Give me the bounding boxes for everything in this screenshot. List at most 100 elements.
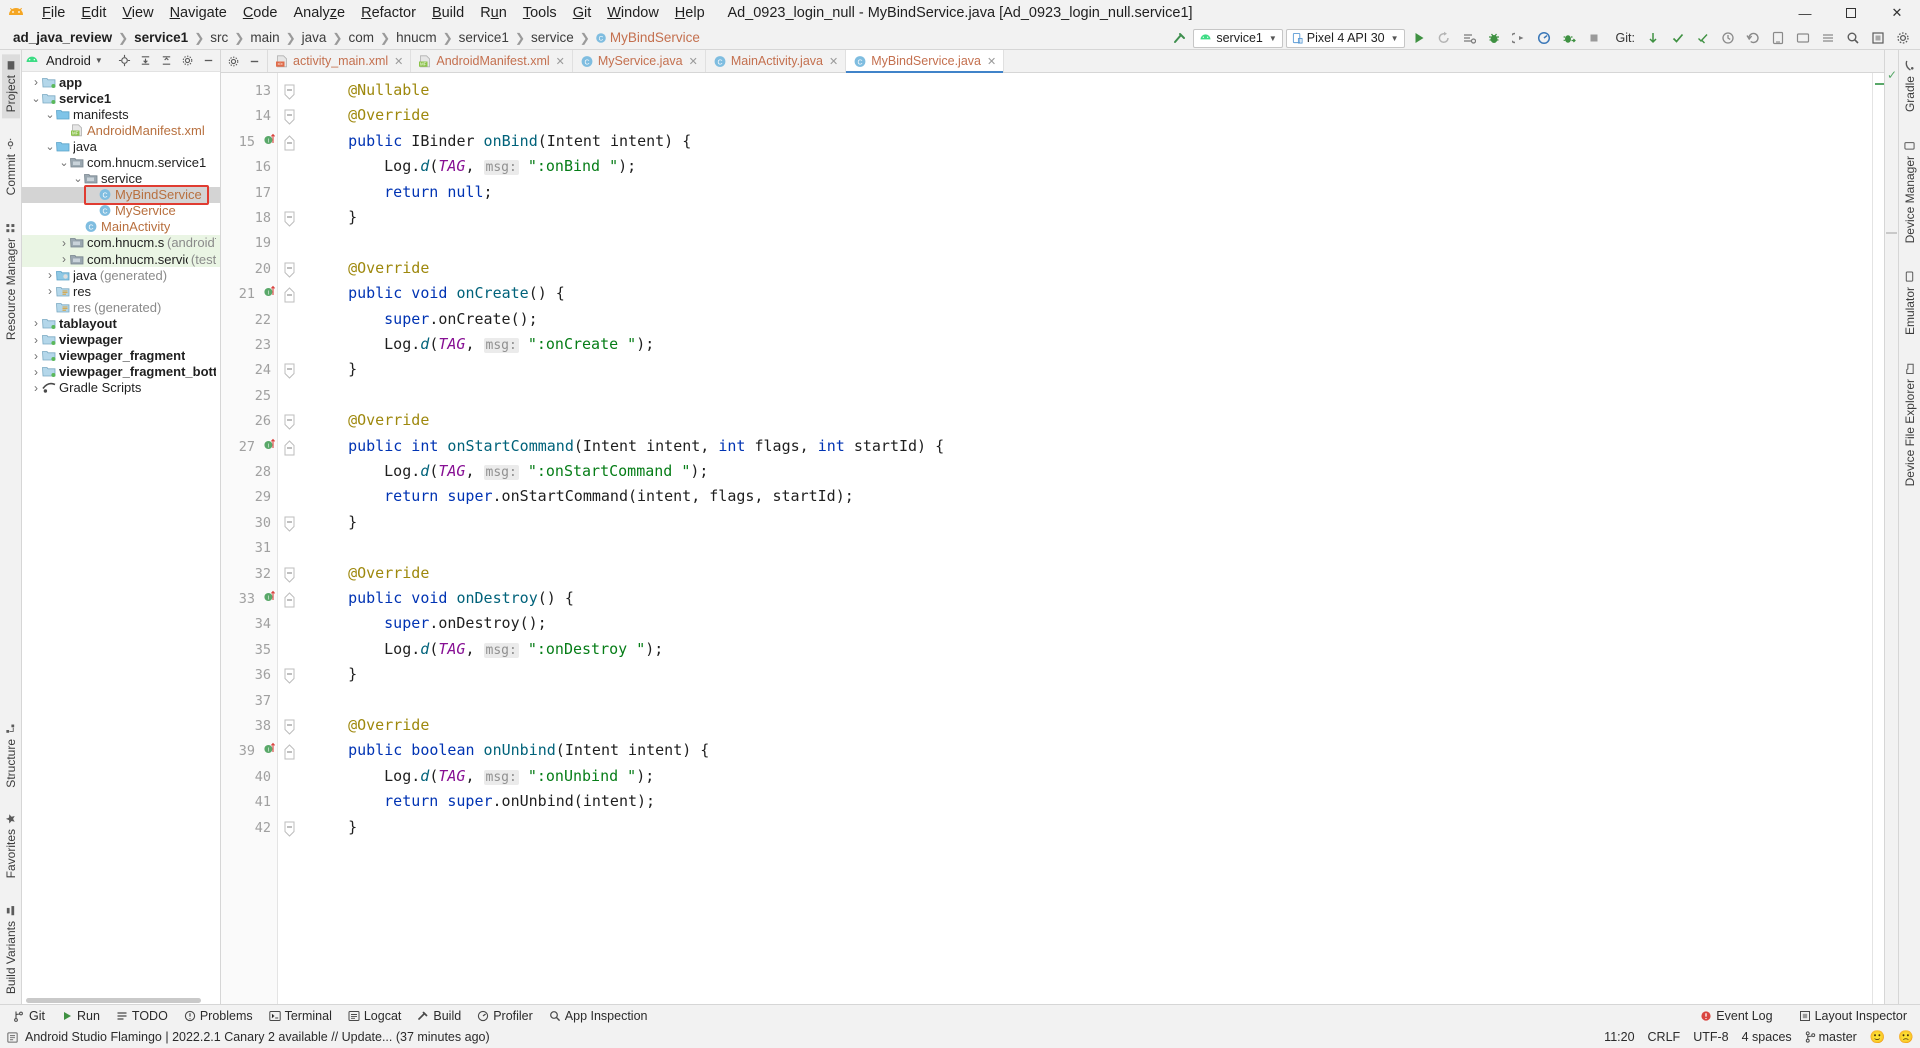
feedback-negative-icon[interactable]: 🙁	[1898, 1030, 1914, 1045]
left-rail-structure[interactable]: Structure	[2, 717, 20, 794]
feedback-positive-icon[interactable]: 🙂	[1870, 1030, 1886, 1045]
device-selector[interactable]: Pixel 4 API 30 ▼	[1285, 28, 1405, 48]
fold-end-icon[interactable]	[283, 363, 296, 380]
implementing-method-gutter-icon[interactable]: I	[264, 590, 275, 602]
source-code[interactable]: @Nullable @Override public IBinder onBind(…	[302, 73, 1872, 1004]
menu-tools[interactable]: Tools	[515, 3, 565, 23]
breadcrumb-segment-ad_java_review[interactable]: ad_java_review	[8, 30, 117, 45]
stop-button[interactable]	[1583, 27, 1605, 49]
tool-window-event-log[interactable]: Event Log	[1693, 1007, 1779, 1025]
breadcrumb-segment-java[interactable]: java	[297, 30, 332, 45]
apply-changes-button[interactable]	[1558, 27, 1580, 49]
select-opened-file-button[interactable]	[116, 52, 133, 69]
line-number-gutter[interactable]: 13 14 15 I 16 17 18 19 20 21 I 22 23 24 25 26 27 I 28 29 30 3…	[221, 73, 278, 1004]
chevron-right-icon[interactable]: ›	[44, 268, 56, 282]
right-rail-gradle[interactable]: Gradle	[1901, 54, 1919, 118]
run-with-coverage-button[interactable]	[1458, 27, 1480, 49]
chevron-right-icon[interactable]: ›	[30, 365, 42, 379]
left-rail-favorites[interactable]: Favorites	[2, 807, 20, 884]
project-tree[interactable]: › app ⌄ service1 ⌄ manifests MF AndroidManifest…	[22, 72, 220, 1004]
chevron-right-icon[interactable]: ›	[30, 349, 42, 363]
tree-item[interactable]: › com.hnucm.service1 (androidTest)	[22, 234, 220, 252]
menu-build[interactable]: Build	[424, 3, 472, 23]
build-hammer-icon[interactable]	[1168, 27, 1190, 49]
search-icon[interactable]	[1842, 27, 1864, 49]
fold-end-icon[interactable]	[283, 414, 296, 430]
tool-window-layout-inspector[interactable]: Layout Inspector	[1792, 1007, 1914, 1025]
gear-icon[interactable]	[1892, 27, 1914, 49]
close-icon[interactable]: ✕	[829, 55, 838, 68]
sdk-manager-icon[interactable]	[1817, 27, 1839, 49]
fold-end-icon[interactable]	[283, 516, 296, 532]
close-icon[interactable]: ✕	[987, 55, 996, 68]
tool-window-app-inspection[interactable]: App Inspection	[542, 1007, 655, 1025]
run-button[interactable]	[1408, 27, 1430, 49]
tool-window-terminal[interactable]: Terminal	[262, 1007, 339, 1025]
editor-tab-activity_main-xml[interactable]: <> activity_main.xml ✕	[268, 50, 412, 72]
breadcrumb-segment-service1[interactable]: service1	[129, 30, 193, 45]
device-manager-icon[interactable]	[1767, 27, 1789, 49]
implementing-method-gutter-icon[interactable]: I	[264, 438, 275, 450]
menu-code[interactable]: Code	[235, 3, 286, 23]
editor-tab-MyService-java[interactable]: C MyService.java ✕	[573, 50, 706, 72]
close-icon[interactable]: ✕	[689, 55, 698, 68]
debug-button[interactable]	[1483, 27, 1505, 49]
tree-item-selected[interactable]: C MyBindService	[22, 186, 220, 203]
tool-window-todo[interactable]: TODO	[109, 1007, 175, 1025]
menu-analyze[interactable]: Analyze	[286, 3, 354, 23]
fold-end-icon[interactable]	[283, 821, 296, 837]
minimize-button[interactable]: —	[1782, 0, 1828, 26]
menu-navigate[interactable]: Navigate	[162, 3, 235, 23]
breadcrumb-segment-service1[interactable]: service1	[454, 30, 514, 45]
tool-window-build[interactable]: Build	[410, 1007, 468, 1025]
project-horizontal-scrollbar[interactable]	[26, 998, 201, 1003]
tree-item[interactable]: MF AndroidManifest.xml	[22, 122, 220, 138]
left-rail-project[interactable]: Project	[1, 54, 20, 119]
chevron-down-icon[interactable]: ⌄	[72, 172, 84, 185]
rerun-button[interactable]	[1433, 27, 1455, 49]
tree-item[interactable]: › viewpager_fragment_bottomnavig	[22, 364, 220, 380]
chevron-right-icon[interactable]: ›	[30, 316, 42, 330]
tree-item[interactable]: ⌄ service	[22, 171, 220, 187]
implementing-method-gutter-icon[interactable]: I	[264, 285, 275, 297]
menu-refactor[interactable]: Refactor	[353, 3, 424, 23]
fold-end-icon[interactable]	[283, 211, 296, 227]
menu-view[interactable]: View	[114, 3, 161, 23]
tree-item[interactable]: › com.hnucm.service1 (test)	[22, 251, 220, 268]
editor-tab-AndroidManifest-xml[interactable]: MF AndroidManifest.xml ✕	[411, 50, 573, 72]
chevron-down-icon[interactable]: ⌄	[58, 156, 70, 169]
hide-panel-button[interactable]	[200, 52, 217, 69]
tree-item[interactable]: ⌄ service1	[22, 90, 220, 106]
breadcrumb-segment-src[interactable]: src	[205, 30, 233, 45]
editor-tab-MainActivity-java[interactable]: C MainActivity.java ✕	[706, 50, 847, 72]
fold-end-icon[interactable]	[283, 668, 296, 684]
run-configuration-selector[interactable]: service1 ▼	[1193, 28, 1283, 48]
tree-item[interactable]: › Gradle Scripts	[22, 380, 220, 396]
chevron-right-icon[interactable]: ›	[44, 284, 56, 298]
close-icon[interactable]: ✕	[394, 55, 403, 68]
project-settings-button[interactable]	[179, 52, 196, 69]
code-editor[interactable]: 13 14 15 I 16 17 18 19 20 21 I 22 23 24 25 26 27 I 28 29 30 3…	[221, 73, 1884, 1004]
tree-item[interactable]: › java (generated)	[22, 267, 220, 283]
breadcrumb-current-class[interactable]: C MyBindService	[591, 30, 700, 45]
menu-git[interactable]: Git	[565, 3, 600, 23]
left-rail-resource-manager[interactable]: Resource Manager	[2, 216, 20, 346]
commit-button[interactable]	[1667, 27, 1689, 49]
avd-icon[interactable]	[1792, 27, 1814, 49]
tree-item[interactable]: › res	[22, 283, 220, 299]
menu-run[interactable]: Run	[472, 3, 515, 23]
tool-window-problems[interactable]: Problems	[177, 1007, 260, 1025]
fold-start-icon[interactable]	[283, 287, 296, 303]
menu-file[interactable]: File	[34, 3, 73, 23]
update-project-button[interactable]	[1642, 27, 1664, 49]
tool-window-profiler[interactable]: Profiler	[470, 1007, 540, 1025]
profiler-button[interactable]	[1533, 27, 1555, 49]
tree-item[interactable]: › tablayout	[22, 315, 220, 331]
fold-gutter[interactable]	[278, 73, 302, 1004]
tree-item[interactable]: C MainActivity	[22, 219, 220, 235]
tree-item[interactable]: res (generated)	[22, 299, 220, 315]
left-rail-build-variants[interactable]: Build Variants	[2, 899, 20, 1000]
fold-start-icon[interactable]	[283, 592, 296, 608]
fold-start-icon[interactable]	[283, 744, 296, 760]
error-stripe-marker-bar[interactable]	[1872, 73, 1884, 1004]
